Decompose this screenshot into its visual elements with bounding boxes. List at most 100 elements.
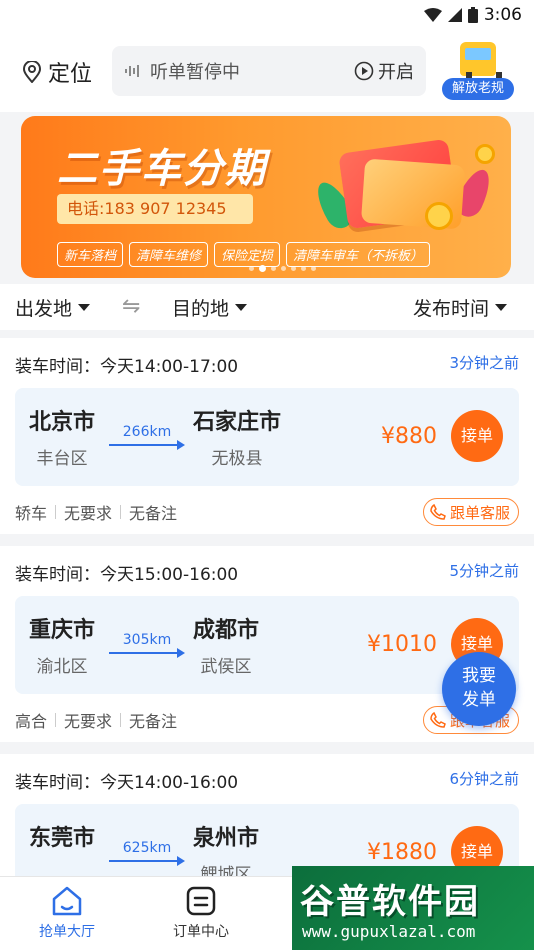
watermark: 谷普软件园 www.gupuxlazal.com <box>292 866 534 950</box>
listen-toggle[interactable]: 开启 <box>354 58 414 84</box>
destination-filter-label: 目的地 <box>172 298 230 320</box>
divider <box>120 713 122 727</box>
phone-icon <box>430 712 446 728</box>
divider <box>120 505 122 519</box>
price: ¥1010 <box>367 632 437 657</box>
order-card[interactable]: 装车时间：今天14:00-17:00 3分钟之前 北京市 丰台区 266km 石… <box>0 338 534 534</box>
origin: 重庆市 渝北区 <box>29 612 95 677</box>
distance: 305km <box>122 632 172 648</box>
banner-tag: 清障车审车（不拆板） <box>286 242 431 267</box>
requirement: 无要求 <box>64 504 113 523</box>
posted-ago: 3分钟之前 <box>449 354 519 372</box>
post-order-fab[interactable]: 我要 发单 <box>442 652 516 726</box>
remark: 无备注 <box>129 712 178 731</box>
pagination-dot <box>249 266 254 271</box>
play-circle-icon <box>354 61 374 81</box>
phone-icon <box>430 504 446 520</box>
divider <box>55 713 57 727</box>
vehicle-type: 轿车 <box>15 504 48 523</box>
promo-badge[interactable]: 解放老规 <box>442 42 514 104</box>
origin-city: 东莞市 <box>29 826 96 851</box>
filter-bar: 出发地 ⇋ 目的地 发布时间 <box>0 284 534 330</box>
home-icon <box>52 886 82 916</box>
vehicle-type: 高合 <box>15 712 48 731</box>
publish-time-filter[interactable]: 发布时间 <box>413 294 508 321</box>
destination: 成都市 武侯区 <box>193 612 259 677</box>
origin: 东莞市 <box>29 820 95 860</box>
load-time: 装车时间：今天14:00-17:00 <box>15 357 239 377</box>
price: ¥1880 <box>367 840 437 865</box>
order-meta: 高合 无要求 无备注 <box>15 708 177 732</box>
remark: 无备注 <box>129 504 178 523</box>
app-screen: 3:06 定位 听单暂停中 开启 解放老规 二手车分期 电话:183 907 1… <box>0 0 534 950</box>
fab-line-2: 发单 <box>462 690 496 710</box>
route-box: 北京市 丰台区 266km 石家庄市 无极县 ¥880 接单 <box>15 388 519 486</box>
tab-order-hall[interactable]: 抢单大厅 <box>22 885 112 941</box>
price: ¥880 <box>381 424 437 449</box>
origin-district: 丰台区 <box>36 449 88 469</box>
listen-toggle-label: 开启 <box>378 62 414 83</box>
coin-icon <box>475 144 495 164</box>
pagination-dot-active <box>259 265 266 272</box>
divider <box>55 505 57 519</box>
pagination-dot <box>311 266 316 271</box>
watermark-url: www.gupuxlazal.com <box>302 922 476 941</box>
take-order-button[interactable]: 接单 <box>451 410 503 462</box>
order-meta: 轿车 无要求 无备注 <box>15 500 177 524</box>
destination-filter[interactable]: 目的地 <box>172 294 248 321</box>
origin-city: 重庆市 <box>29 618 96 643</box>
posted-ago: 5分钟之前 <box>449 562 519 580</box>
destination-city: 石家庄市 <box>193 410 282 435</box>
origin: 北京市 丰台区 <box>29 404 95 469</box>
location-button[interactable]: 定位 <box>22 56 92 88</box>
pagination-dot <box>291 266 296 271</box>
pagination-dot <box>301 266 306 271</box>
wifi-icon <box>423 8 442 22</box>
tab-label: 抢单大厅 <box>39 924 95 940</box>
banner-tag: 清障车维修 <box>129 242 209 267</box>
tab-label: 订单中心 <box>173 924 229 940</box>
origin-city: 北京市 <box>29 410 96 435</box>
distance: 266km <box>122 424 172 440</box>
pagination-dot <box>281 266 286 271</box>
status-time: 3:06 <box>483 5 522 25</box>
status-bar: 3:06 <box>0 0 534 30</box>
caret-down-icon <box>235 304 248 311</box>
coin-icon <box>425 202 453 230</box>
caret-down-icon <box>78 304 91 311</box>
customer-service-button[interactable]: 跟单客服 <box>422 498 519 526</box>
listen-status: 听单暂停中 <box>150 62 240 83</box>
route-arrow-icon <box>109 440 185 450</box>
route-arrow-icon <box>109 856 185 866</box>
destination-district: 无极县 <box>211 449 263 469</box>
banner-tag: 保险定损 <box>214 242 281 267</box>
promo-badge-label: 解放老规 <box>442 78 514 100</box>
caret-down-icon <box>495 304 508 311</box>
origin-filter[interactable]: 出发地 <box>15 294 91 321</box>
fab-line-1: 我要 <box>462 666 496 686</box>
load-time: 装车时间：今天15:00-16:00 <box>15 565 239 585</box>
swap-icon[interactable]: ⇋ <box>122 294 140 319</box>
customer-service-label: 跟单客服 <box>449 503 510 522</box>
battery-icon <box>467 7 478 23</box>
load-time: 装车时间：今天14:00-16:00 <box>15 773 239 793</box>
banner-tag: 新车落档 <box>57 242 124 267</box>
requirement: 无要求 <box>64 712 113 731</box>
distance: 625km <box>122 840 172 856</box>
promo-banner[interactable]: 二手车分期 电话:183 907 12345 新车落档 清障车维修 保险定损 清… <box>21 116 511 278</box>
banner-title: 二手车分期 <box>57 146 267 192</box>
origin-filter-label: 出发地 <box>15 298 73 320</box>
watermark-title: 谷普软件园 <box>300 882 480 922</box>
route-arrow-icon <box>109 648 185 658</box>
destination-city: 成都市 <box>193 618 260 643</box>
header: 定位 听单暂停中 开启 解放老规 <box>0 30 534 112</box>
order-icon <box>186 886 216 916</box>
publish-time-filter-label: 发布时间 <box>413 298 490 320</box>
banner-tags: 新车落档 清障车维修 保险定损 清障车审车（不拆板） <box>57 242 431 267</box>
destination: 石家庄市 无极县 <box>193 404 281 469</box>
bus-icon <box>460 42 502 78</box>
pagination-dot <box>271 266 276 271</box>
listen-bar[interactable]: 听单暂停中 开启 <box>112 46 426 96</box>
tab-order-center[interactable]: 订单中心 <box>156 885 246 941</box>
banner-phone: 电话:183 907 12345 <box>57 194 253 224</box>
